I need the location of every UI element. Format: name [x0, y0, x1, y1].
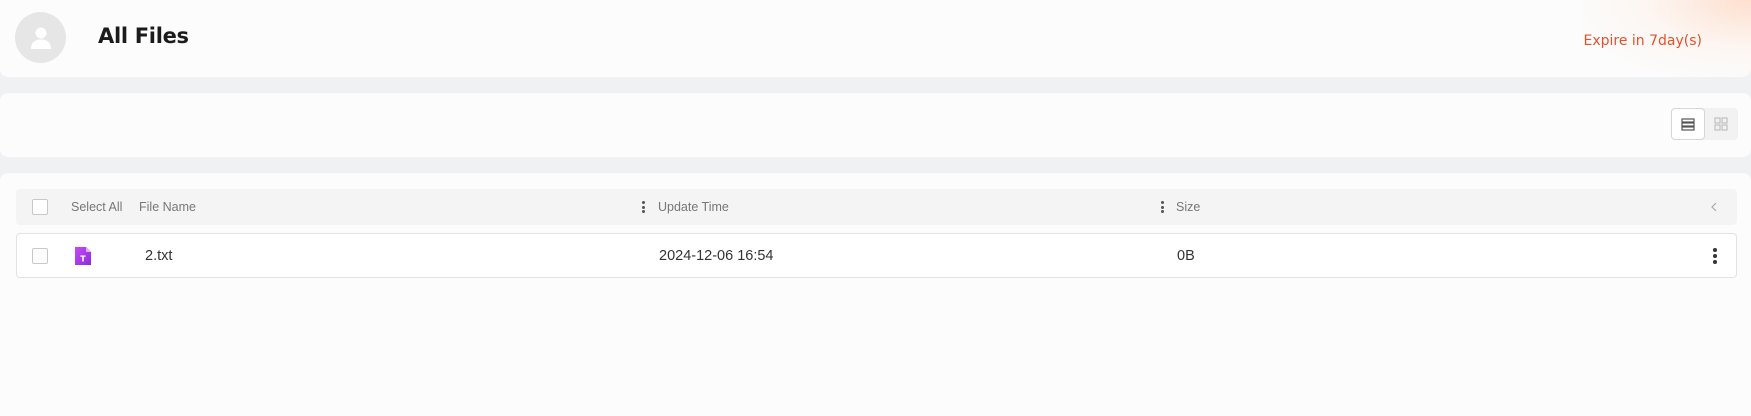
avatar[interactable]	[15, 12, 66, 63]
file-type-letter: T	[80, 254, 86, 263]
chevron-left-icon	[1711, 202, 1717, 212]
view-mode-toggle	[1671, 108, 1738, 140]
file-list-panel: Select All File Name Update Time Size T …	[0, 173, 1751, 416]
table-header: Select All File Name Update Time Size	[16, 189, 1737, 225]
file-name[interactable]: 2.txt	[145, 234, 172, 277]
file-update-time: 2024-12-06 16:54	[659, 247, 774, 264]
user-icon	[30, 27, 51, 49]
column-resize-handle-name[interactable]	[642, 189, 645, 225]
select-all-checkbox[interactable]	[32, 199, 48, 215]
collapse-columns-button[interactable]	[1710, 189, 1718, 225]
select-all-label[interactable]: Select All	[71, 189, 122, 225]
column-header-update-time[interactable]: Update Time	[658, 189, 729, 225]
page-title: All Files	[98, 24, 189, 48]
grid-view-button[interactable]	[1705, 108, 1738, 140]
expire-notice[interactable]: Expire in 7day(s)	[1583, 33, 1702, 49]
column-resize-handle-time[interactable]	[1161, 189, 1164, 225]
column-header-size[interactable]: Size	[1176, 189, 1200, 225]
grid-view-icon	[1714, 117, 1728, 131]
row-checkbox[interactable]	[32, 247, 48, 264]
file-type-icon-wrap: T	[74, 234, 92, 277]
row-more-actions-button[interactable]	[1713, 234, 1717, 277]
file-size: 0B	[1177, 247, 1195, 264]
top-header: All Files Expire in 7day(s)	[0, 0, 1751, 77]
more-vertical-icon	[1713, 247, 1717, 264]
select-all-checkbox-wrap[interactable]	[32, 189, 48, 225]
toolbar	[0, 93, 1751, 157]
column-resize-icon	[642, 201, 645, 213]
row-checkbox-wrap[interactable]	[32, 234, 48, 277]
column-resize-icon	[1161, 201, 1164, 213]
text-file-icon: T	[75, 246, 91, 265]
list-view-icon	[1681, 117, 1695, 131]
table-row[interactable]: T 2.txt 2024-12-06 16:54 0B	[16, 233, 1737, 278]
list-view-button[interactable]	[1671, 108, 1705, 140]
column-header-file-name[interactable]: File Name	[139, 189, 196, 225]
